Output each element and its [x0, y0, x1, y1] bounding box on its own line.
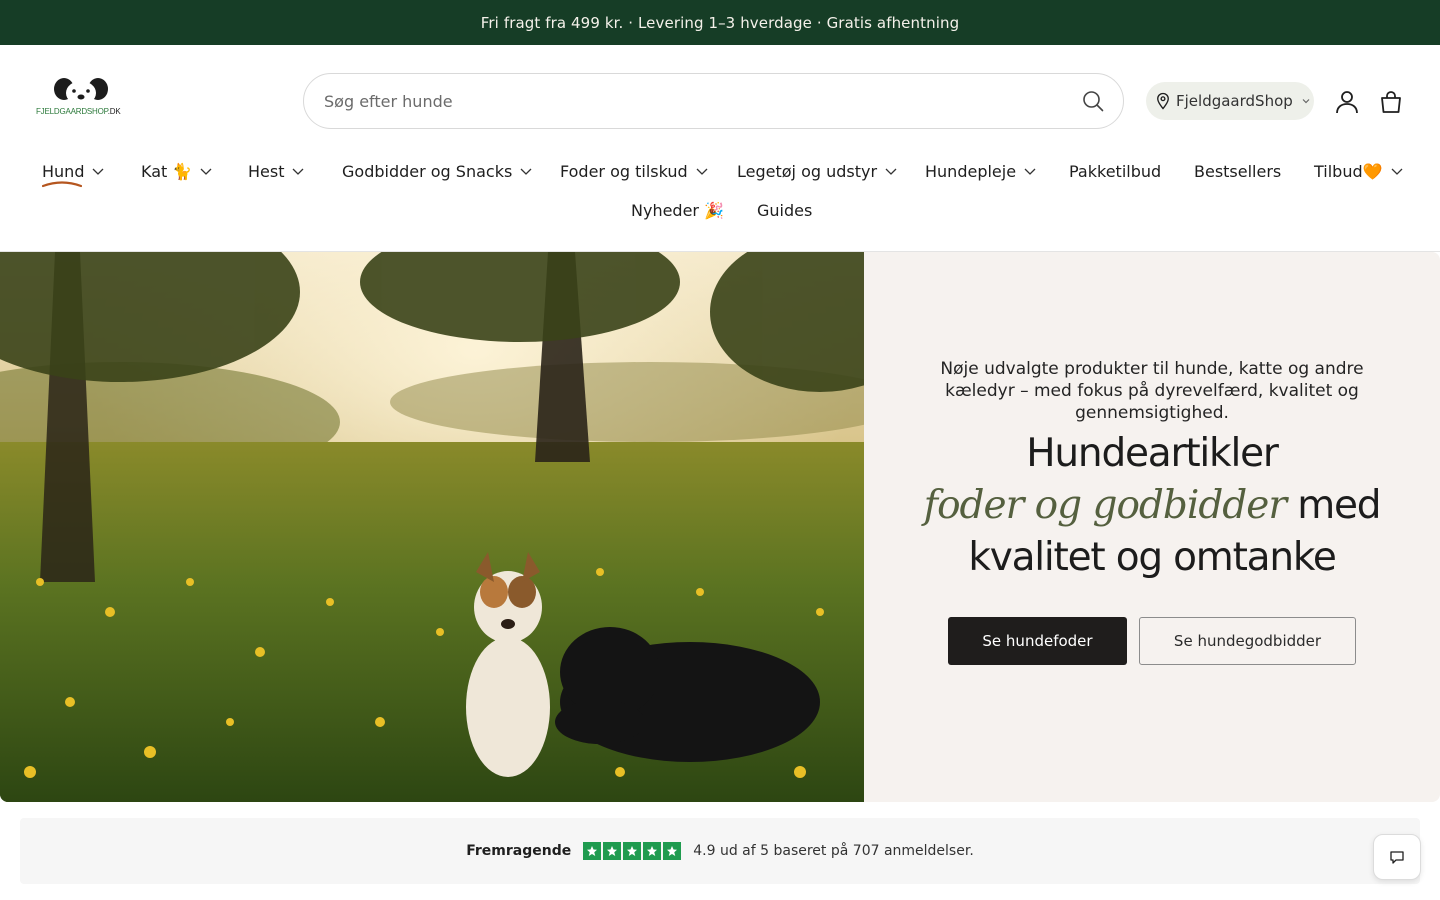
star-rating: [583, 842, 682, 860]
chevron-down-icon: [1302, 99, 1310, 104]
star-icon: [623, 842, 642, 860]
nav-item-label: Hund: [42, 161, 85, 181]
nav-item-label: Hest: [248, 161, 285, 181]
chevron-down-icon: [520, 168, 532, 175]
nav-item-label: Hundepleje: [925, 161, 1017, 181]
chat-button[interactable]: [1373, 834, 1421, 880]
dogs-in-meadow-illustration: [0, 252, 864, 802]
nav-item-tilbud[interactable]: Tilbud🧡: [1314, 159, 1404, 183]
store-selector[interactable]: FjeldgaardShop: [1146, 82, 1314, 120]
site-header: FJELDGAARDSHOP.DK FjeldgaardShop Hund: [0, 45, 1440, 252]
hero-title-script: foder og godbidder: [923, 483, 1287, 528]
nav-item-label: Foder og tilskud: [560, 161, 688, 181]
chevron-down-icon: [293, 168, 304, 175]
shopping-bag-icon[interactable]: [1378, 89, 1404, 115]
nav-item-bestsellers[interactable]: Bestsellers: [1194, 159, 1281, 183]
star-icon: [603, 842, 622, 860]
store-label: FjeldgaardShop: [1176, 92, 1293, 110]
star-icon: [643, 842, 662, 860]
nav-item-label: Legetøj og udstyr: [737, 161, 878, 181]
user-icon[interactable]: [1334, 89, 1360, 115]
active-underline: [42, 181, 82, 188]
nav-item-hundepleje[interactable]: Hundepleje: [925, 159, 1037, 183]
chevron-down-icon: [1024, 168, 1036, 175]
chat-bubble-icon: [1390, 851, 1404, 864]
nav-item-label: Kat 🐈: [141, 161, 193, 181]
review-summary: 4.9 ud af 5 baseret på 707 anmeldelser.: [693, 843, 974, 859]
announcement-bar: Fri fragt fra 499 kr. · Levering 1–3 hve…: [0, 0, 1440, 45]
nav-item-pakketilbud[interactable]: Pakketilbud: [1069, 159, 1161, 183]
nav-item-label: Pakketilbud: [1069, 161, 1162, 181]
location-pin-icon: [1157, 92, 1169, 110]
logo-wordmark: FJELDGAARDSHOP: [36, 107, 108, 116]
hero-title-after-script: med: [1286, 483, 1381, 528]
nav-item-label: Bestsellers: [1194, 161, 1282, 181]
nav-item-nyheder[interactable]: Nyheder 🎉: [631, 198, 724, 222]
nav-item-godbidder[interactable]: Godbidder og Snacks: [342, 159, 533, 183]
hero-content-panel: Nøje udvalgte produkter til hunde, katte…: [864, 252, 1440, 802]
shop-dog-food-button[interactable]: Se hundefoder: [948, 617, 1127, 665]
chevron-down-icon: [1391, 168, 1403, 175]
hero-title-line3: kvalitet og omtanke: [968, 535, 1337, 580]
dog-face-icon: [54, 78, 108, 105]
shop-dog-treats-button[interactable]: Se hundegodbidder: [1139, 617, 1356, 665]
nav-item-hest[interactable]: Hest: [248, 159, 305, 183]
nav-item-legetoj[interactable]: Legetøj og udstyr: [737, 159, 898, 183]
nav-item-kat[interactable]: Kat 🐈: [141, 159, 213, 183]
star-icon: [583, 842, 602, 860]
site-logo[interactable]: FJELDGAARDSHOP.DK: [36, 77, 128, 119]
nav-item-foder[interactable]: Foder og tilskud: [560, 159, 709, 183]
review-widget[interactable]: Fremragende 4.9 ud af 5 baseret på 707 a…: [20, 818, 1420, 884]
logo-suffix: .DK: [107, 107, 121, 116]
hero-subtitle: Nøje udvalgte produkter til hunde, katte…: [940, 359, 1364, 423]
search-icon[interactable]: [1081, 89, 1105, 113]
chevron-down-icon: [885, 168, 897, 175]
announcement-text: Fri fragt fra 499 kr. · Levering 1–3 hve…: [480, 13, 960, 32]
chevron-down-icon: [200, 168, 212, 175]
nav-item-label: Godbidder og Snacks: [342, 161, 513, 181]
review-rating-label: Fremragende: [466, 843, 572, 859]
hero-title: Hundeartikler foder og godbidder med kva…: [904, 428, 1400, 584]
nav-item-label: Guides: [757, 200, 813, 220]
search-bar: [303, 73, 1124, 129]
nav-item-label: Tilbud🧡: [1314, 161, 1383, 181]
star-icon: [663, 842, 682, 860]
nav-item-guides[interactable]: Guides: [757, 198, 812, 222]
nav-item-label: Nyheder 🎉: [631, 200, 725, 220]
search-input[interactable]: [324, 74, 1064, 128]
main-navigation: Hund Kat 🐈 Hest Godbidder og Snacks Fode…: [0, 158, 1440, 248]
hero-title-line1: Hundeartikler: [1026, 431, 1279, 476]
hero-image: [0, 252, 864, 802]
chevron-down-icon: [93, 168, 104, 175]
chevron-down-icon: [696, 168, 708, 175]
